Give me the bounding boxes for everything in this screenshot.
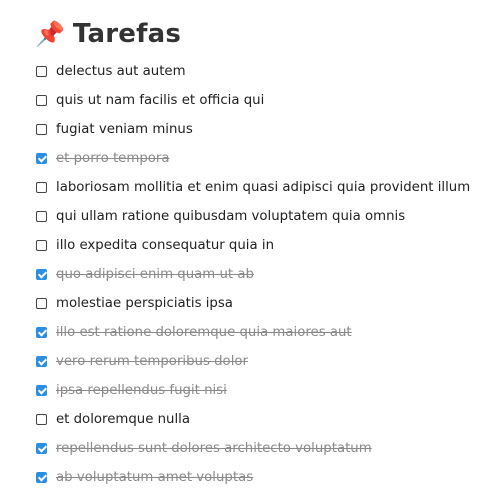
- checked-checkbox[interactable]: [36, 327, 47, 338]
- unchecked-checkbox[interactable]: [36, 414, 47, 425]
- todo-item[interactable]: et doloremque nulla: [36, 405, 491, 434]
- todo-item[interactable]: laboriosam mollitia et enim quasi adipis…: [36, 173, 491, 202]
- checked-checkbox[interactable]: [36, 385, 47, 396]
- checked-checkbox[interactable]: [36, 472, 47, 483]
- todo-item[interactable]: qui ullam ratione quibusdam voluptatem q…: [36, 202, 491, 231]
- unchecked-checkbox[interactable]: [36, 66, 47, 77]
- todo-item[interactable]: delectus aut autem: [36, 57, 491, 86]
- todo-item[interactable]: quis ut nam facilis et officia qui: [36, 86, 491, 115]
- todo-label: laboriosam mollitia et enim quasi adipis…: [56, 179, 471, 195]
- todo-label: quo adipisci enim quam ut ab: [56, 266, 254, 282]
- unchecked-checkbox[interactable]: [36, 211, 47, 222]
- todo-label: fugiat veniam minus: [56, 121, 193, 137]
- todo-item[interactable]: ipsa repellendus fugit nisi: [36, 376, 491, 405]
- page-title: Tarefas: [72, 19, 182, 49]
- unchecked-checkbox[interactable]: [36, 298, 47, 309]
- todo-label: qui ullam ratione quibusdam voluptatem q…: [56, 208, 406, 224]
- checked-checkbox[interactable]: [36, 153, 47, 164]
- todo-item[interactable]: quo adipisci enim quam ut ab: [36, 260, 491, 289]
- todo-label: molestiae perspiciatis ipsa: [56, 295, 233, 311]
- unchecked-checkbox[interactable]: [36, 240, 47, 251]
- todo-item[interactable]: ab voluptatum amet voluptas: [36, 463, 491, 492]
- todo-label: ipsa repellendus fugit nisi: [56, 382, 227, 398]
- todo-item[interactable]: fugiat veniam minus: [36, 115, 491, 144]
- todo-label: et doloremque nulla: [56, 411, 191, 427]
- page-header: 📌 Tarefas: [35, 14, 181, 54]
- checked-checkbox[interactable]: [36, 269, 47, 280]
- todo-label: ab voluptatum amet voluptas: [56, 469, 254, 485]
- checked-checkbox[interactable]: [36, 443, 47, 454]
- todo-label: illo est ratione doloremque quia maiores…: [56, 324, 352, 340]
- todo-item[interactable]: molestiae perspiciatis ipsa: [36, 289, 491, 318]
- todo-item[interactable]: et porro tempora: [36, 144, 491, 173]
- unchecked-checkbox[interactable]: [36, 182, 47, 193]
- todo-label: vero rerum temporibus dolor: [56, 353, 248, 369]
- todo-item[interactable]: illo est ratione doloremque quia maiores…: [36, 318, 491, 347]
- todo-app: 📌 Tarefas delectus aut autem quis ut nam …: [0, 0, 503, 494]
- unchecked-checkbox[interactable]: [36, 95, 47, 106]
- todo-label: et porro tempora: [56, 150, 170, 166]
- todo-label: delectus aut autem: [56, 63, 186, 79]
- todo-label: quis ut nam facilis et officia qui: [56, 92, 265, 108]
- todo-list: delectus aut autem quis ut nam facilis et…: [36, 57, 491, 492]
- checked-checkbox[interactable]: [36, 356, 47, 367]
- todo-label: illo expedita consequatur quia in: [56, 237, 274, 253]
- todo-item[interactable]: vero rerum temporibus dolor: [36, 347, 491, 376]
- pushpin-icon: 📌: [35, 20, 65, 48]
- unchecked-checkbox[interactable]: [36, 124, 47, 135]
- todo-label: repellendus sunt dolores architecto volu…: [56, 440, 372, 456]
- todo-item[interactable]: illo expedita consequatur quia in: [36, 231, 491, 260]
- todo-item[interactable]: repellendus sunt dolores architecto volu…: [36, 434, 491, 463]
